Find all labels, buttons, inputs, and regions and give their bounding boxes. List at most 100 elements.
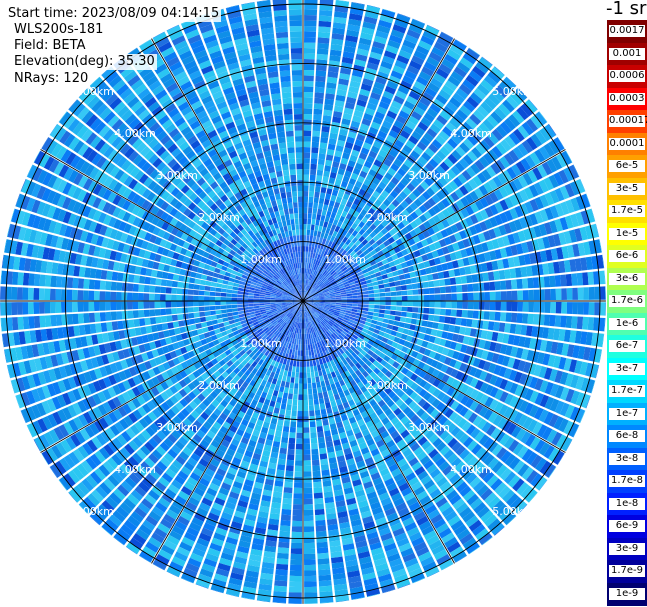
range-gate-cell xyxy=(372,316,379,321)
range-gate-cell xyxy=(315,519,326,527)
range-gate-cell xyxy=(303,207,308,214)
range-gate-cell xyxy=(351,289,358,294)
range-gate-cell xyxy=(285,465,294,472)
range-gate-cell xyxy=(295,366,300,373)
range-gate-cell xyxy=(423,301,430,308)
range-gate-cell xyxy=(274,480,284,487)
range-gate-cell xyxy=(314,225,319,231)
range-gate-cell xyxy=(322,204,329,211)
range-gate-cell xyxy=(307,372,311,378)
range-gate-cell xyxy=(382,278,389,284)
range-gate-cell xyxy=(272,496,282,504)
range-gate-cell xyxy=(279,386,285,393)
range-gate-cell xyxy=(390,306,397,311)
range-gate-cell xyxy=(300,339,303,345)
range-gate-cell xyxy=(275,430,282,437)
range-gate-cell xyxy=(283,420,290,427)
range-gate-cell xyxy=(550,302,556,314)
range-gate-cell xyxy=(287,371,292,377)
range-gate-cell xyxy=(395,285,402,291)
range-gate-cell xyxy=(341,294,347,297)
range-gate-cell xyxy=(273,485,283,493)
range-gate-cell xyxy=(291,526,303,532)
range-gate-cell xyxy=(288,586,302,593)
range-gate-cell xyxy=(88,312,96,323)
range-gate-cell xyxy=(39,315,46,328)
range-gate-cell xyxy=(319,453,328,460)
range-gate-cell xyxy=(303,75,314,82)
range-gate-cell xyxy=(390,310,396,316)
range-gate-cell xyxy=(292,399,298,406)
range-gate-cell xyxy=(149,317,157,325)
range-gate-cell xyxy=(303,377,307,384)
range-gate-cell xyxy=(316,541,328,549)
range-gate-cell xyxy=(423,307,430,314)
range-gate-cell xyxy=(498,322,506,332)
range-gate-cell xyxy=(308,405,315,411)
range-gate-cell xyxy=(100,322,108,332)
range-gate-cell xyxy=(422,314,429,321)
range-gate-cell xyxy=(314,503,324,510)
range-gate-cell xyxy=(248,306,255,310)
range-gate-cell xyxy=(276,469,285,476)
range-gate-cell xyxy=(297,405,303,412)
range-gate-cell xyxy=(299,377,303,384)
range-gate-cell xyxy=(315,81,326,88)
range-gate-cell xyxy=(299,361,303,367)
range-gate-cell xyxy=(394,316,401,322)
range-gate-cell xyxy=(283,370,288,377)
range-gate-cell xyxy=(264,302,271,305)
range-gate-cell xyxy=(527,313,534,325)
range-gate-cell xyxy=(429,301,435,308)
range-gate-cell xyxy=(287,398,293,405)
range-gate-cell xyxy=(321,126,330,133)
range-gate-cell xyxy=(484,301,490,310)
range-gate-cell xyxy=(303,504,314,511)
range-gate-cell xyxy=(313,393,319,400)
range-gate-cell xyxy=(456,301,463,309)
range-gate-cell xyxy=(287,393,293,400)
range-gate-cell xyxy=(313,103,323,110)
range-gate-cell xyxy=(221,309,227,314)
range-gate-cell xyxy=(423,288,430,295)
range-gate-cell xyxy=(471,274,478,283)
range-gate-cell xyxy=(304,26,317,32)
range-gate-cell xyxy=(215,310,222,315)
range-gate-cell xyxy=(303,64,315,71)
range-gate-cell xyxy=(277,552,289,560)
range-gate-cell xyxy=(500,280,507,290)
range-gate-cell xyxy=(352,301,358,304)
range-gate-cell xyxy=(304,268,307,274)
range-gate-cell xyxy=(282,431,289,438)
range-gate-cell xyxy=(566,302,573,314)
range-gate-cell xyxy=(309,410,315,417)
range-gate-cell xyxy=(389,315,396,321)
range-gate-cell xyxy=(83,313,90,324)
range-gate-cell xyxy=(410,318,417,325)
range-gate-cell xyxy=(199,311,206,317)
range-gate-cell xyxy=(450,285,457,293)
range-gate-cell xyxy=(303,339,306,345)
range-gate-cell xyxy=(550,288,556,300)
range-gate-cell xyxy=(317,231,322,238)
range-gate-cell xyxy=(289,426,296,433)
range-gate-cell xyxy=(304,4,318,10)
range-gate-cell xyxy=(233,315,240,320)
range-gate-cell xyxy=(505,312,512,322)
range-gate-cell xyxy=(367,286,374,291)
range-gate-cell xyxy=(398,274,406,280)
range-gate-cell xyxy=(323,221,329,228)
range-gate-cell xyxy=(303,163,310,170)
range-gate-cell xyxy=(319,10,333,17)
range-gate-cell xyxy=(303,119,312,126)
range-gate-cell xyxy=(287,454,295,461)
range-gate-cell xyxy=(314,498,324,505)
range-gate-cell xyxy=(443,270,450,279)
range-gate-cell xyxy=(543,276,551,288)
range-gate-cell xyxy=(303,70,315,76)
range-gate-cell xyxy=(303,152,311,159)
range-gate-cell xyxy=(290,553,302,560)
range-gate-cell xyxy=(321,469,330,476)
range-gate-cell xyxy=(291,531,303,538)
range-gate-cell xyxy=(341,303,347,306)
